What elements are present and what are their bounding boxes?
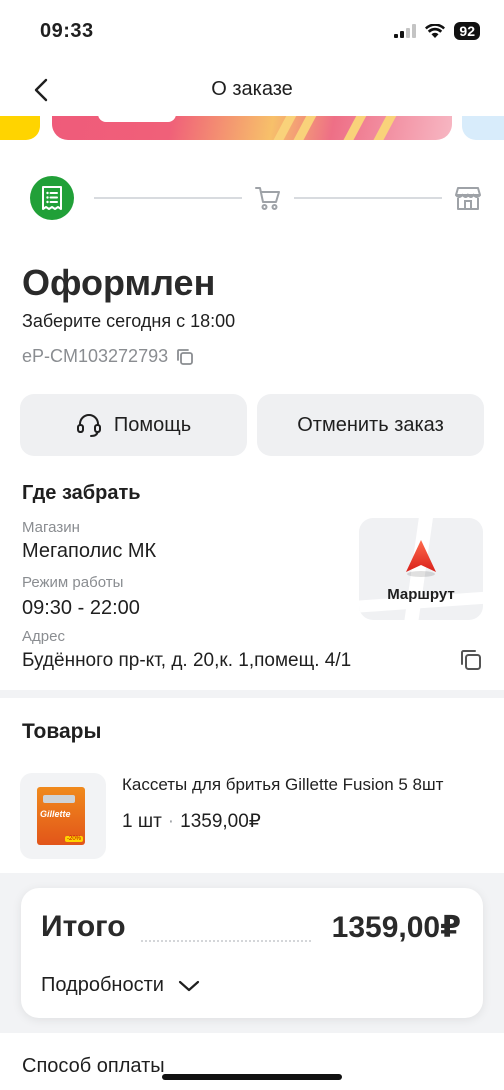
product-name[interactable]: Кассеты для бритья Gillette Fusion 5 8шт — [122, 775, 484, 795]
product-image[interactable]: Gillette -20% — [20, 773, 106, 859]
cart-icon — [255, 187, 280, 210]
address-value: Будённого пр-кт, д. 20,к. 1,помещ. 4/1 — [22, 650, 352, 671]
cancel-order-button[interactable]: Отменить заказ — [257, 394, 484, 456]
product-price: 1359,00₽ — [180, 811, 261, 832]
product-quantity: 1 шт — [122, 810, 162, 832]
store-icon — [455, 187, 481, 210]
status-bar: 09:33 92 — [0, 0, 504, 60]
status-icons: 92 — [394, 22, 480, 40]
order-progress — [30, 176, 484, 220]
details-label: Подробности — [41, 974, 164, 996]
promo-banner-next[interactable] — [462, 116, 504, 140]
receipt-icon — [42, 186, 62, 210]
section-divider — [0, 690, 504, 698]
nav-bar: О заказе — [0, 68, 504, 112]
wifi-icon — [425, 23, 446, 38]
progress-line — [294, 197, 442, 199]
order-id: eP-CM103272793 — [22, 346, 194, 367]
order-status: Оформлен — [22, 262, 216, 303]
store-label: Магазин — [22, 519, 80, 536]
help-button[interactable]: Помощь — [20, 394, 247, 456]
help-button-label: Помощь — [113, 413, 192, 436]
pickup-section-title: Где забрать — [22, 482, 141, 504]
cancel-order-label: Отменить заказ — [297, 413, 444, 436]
products-section-title: Товары — [22, 720, 102, 743]
separator-dot: · — [167, 810, 175, 832]
copy-icon[interactable] — [176, 348, 194, 366]
pickup-time: Заберите сегодня с 18:00 — [22, 311, 236, 331]
total-dotted-leader — [141, 940, 311, 942]
product-brand-logo: Gillette — [40, 809, 71, 819]
headset-icon — [76, 414, 101, 437]
total-label: Итого — [41, 910, 126, 943]
chevron-down-icon — [178, 980, 200, 991]
hours-value: 09:30 - 22:00 — [22, 597, 140, 619]
promo-banner[interactable] — [52, 116, 452, 140]
total-amount: 1359,00₽ — [331, 911, 461, 944]
product-quantity-price: 1 шт · 1359,00₽ — [122, 810, 261, 833]
product-package: Gillette -20% — [37, 787, 85, 845]
page-title: О заказе — [211, 78, 293, 100]
order-id-value: eP-CM103272793 — [22, 346, 169, 366]
promo-banner-prev[interactable] — [0, 116, 40, 140]
step-placed — [30, 176, 74, 220]
battery-icon: 92 — [454, 22, 480, 40]
copy-address-icon[interactable] — [459, 648, 483, 672]
order-summary-card: Итого 1359,00₽ Подробности — [21, 888, 483, 1018]
home-indicator[interactable] — [162, 1074, 342, 1080]
route-label: Маршрут — [387, 586, 455, 603]
payment-section-title: Способ оплаты — [22, 1055, 165, 1077]
promo-banner-carousel[interactable] — [0, 116, 504, 142]
hours-label: Режим работы — [22, 574, 124, 591]
navigation-arrow-icon — [406, 540, 436, 577]
signal-icon — [394, 24, 417, 38]
details-toggle[interactable]: Подробности — [41, 974, 200, 997]
store-value: Мегаполис МК — [22, 540, 157, 562]
route-button[interactable]: Маршрут — [359, 518, 483, 620]
address-label: Адрес — [22, 628, 65, 645]
status-time: 09:33 — [40, 20, 94, 42]
progress-line — [94, 197, 242, 199]
